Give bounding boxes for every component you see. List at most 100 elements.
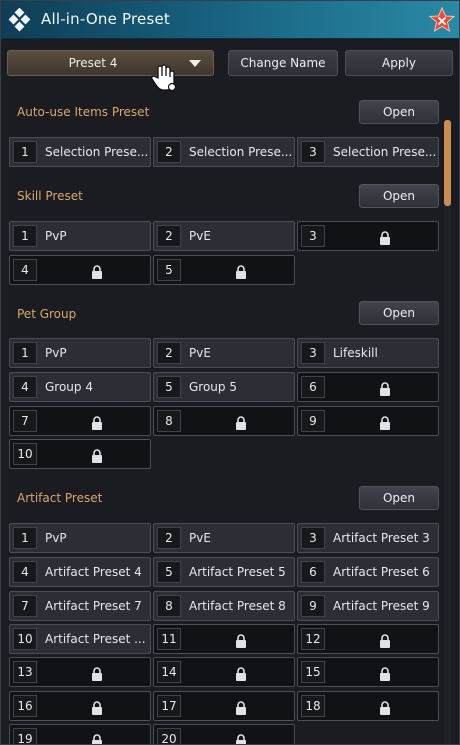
slot-label: Selection Prese... bbox=[189, 145, 293, 159]
window-title: All-in-One Preset bbox=[41, 10, 170, 28]
slot-number: 2 bbox=[157, 527, 181, 549]
artifact-slot-16[interactable]: 16 bbox=[9, 691, 151, 721]
artifact-slot-12[interactable]: 12 bbox=[297, 624, 439, 654]
slot-label: Artifact Preset 7 bbox=[45, 599, 142, 613]
change-name-button[interactable]: Change Name bbox=[228, 50, 338, 76]
pet-slot-10[interactable]: 10 bbox=[9, 439, 151, 469]
slot-label: PvE bbox=[189, 229, 211, 243]
pet-slot-7[interactable]: 7 bbox=[9, 406, 151, 436]
pet-group-section-title: Pet Group bbox=[17, 307, 77, 321]
pet-slot-6[interactable]: 6 bbox=[297, 372, 439, 402]
artifact-slot-8[interactable]: 8 Artifact Preset 8 bbox=[153, 591, 295, 621]
artifact-slot-3[interactable]: 3 Artifact Preset 3 bbox=[297, 523, 439, 553]
slot-number: 4 bbox=[13, 259, 37, 281]
artifact-slot-9[interactable]: 9 Artifact Preset 9 bbox=[297, 591, 439, 621]
scrollbar[interactable] bbox=[444, 120, 451, 744]
slot-number: 5 bbox=[157, 561, 181, 583]
slot-label: Artifact Preset 9 bbox=[333, 599, 430, 613]
slot-label: PvE bbox=[189, 531, 211, 545]
lock-icon bbox=[379, 666, 391, 681]
artifact-open-button[interactable]: Open bbox=[359, 486, 439, 510]
auto-use-slot-3[interactable]: 3 Selection Prese... bbox=[297, 137, 439, 167]
slot-label: PvP bbox=[45, 531, 67, 545]
slot-number: 7 bbox=[13, 595, 37, 617]
slot-number: 1 bbox=[13, 225, 37, 247]
auto-use-slot-2[interactable]: 2 Selection Prese... bbox=[153, 137, 295, 167]
lock-icon bbox=[379, 633, 391, 648]
slot-number: 1 bbox=[13, 342, 37, 364]
lock-icon bbox=[235, 700, 247, 715]
slot-number: 2 bbox=[157, 342, 181, 364]
artifact-slot-18[interactable]: 18 bbox=[297, 691, 439, 721]
artifact-slot-2[interactable]: 2 PvE bbox=[153, 523, 295, 553]
pet-slot-3[interactable]: 3 Lifeskill bbox=[297, 338, 439, 368]
slot-number: 3 bbox=[301, 225, 325, 247]
skill-slot-4[interactable]: 4 bbox=[9, 255, 151, 285]
skill-slot-1[interactable]: 1 PvP bbox=[9, 221, 151, 251]
pet-slot-2[interactable]: 2 PvE bbox=[153, 338, 295, 368]
slot-label: Lifeskill bbox=[333, 346, 378, 360]
pet-slot-9[interactable]: 9 bbox=[297, 406, 439, 436]
artifact-slot-20[interactable]: 20 bbox=[153, 724, 295, 744]
auto-use-open-button[interactable]: Open bbox=[359, 100, 439, 124]
artifact-slot-6[interactable]: 6 Artifact Preset 6 bbox=[297, 557, 439, 587]
apply-button[interactable]: Apply bbox=[345, 50, 453, 76]
artifact-slot-4[interactable]: 4 Artifact Preset 4 bbox=[9, 557, 151, 587]
artifact-slot-7[interactable]: 7 Artifact Preset 7 bbox=[9, 591, 151, 621]
slot-number: 5 bbox=[157, 376, 181, 398]
artifact-slot-11[interactable]: 11 bbox=[153, 624, 295, 654]
lock-icon bbox=[235, 264, 247, 279]
lock-icon bbox=[91, 448, 103, 463]
artifact-slot-19[interactable]: 19 bbox=[9, 724, 151, 744]
artifact-slot-14[interactable]: 14 bbox=[153, 657, 295, 687]
skill-slot-5[interactable]: 5 bbox=[153, 255, 295, 285]
pet-slot-5[interactable]: 5 Group 5 bbox=[153, 372, 295, 402]
slot-label: Selection Prese... bbox=[333, 145, 437, 159]
slot-number: 6 bbox=[301, 561, 325, 583]
slot-number: 3 bbox=[301, 527, 325, 549]
slot-label: Group 4 bbox=[45, 380, 93, 394]
slot-number: 8 bbox=[157, 595, 181, 617]
slot-number: 14 bbox=[157, 661, 181, 683]
slot-number: 1 bbox=[13, 141, 37, 163]
artifact-slot-10[interactable]: 10 Artifact Preset ... bbox=[9, 624, 151, 654]
skill-open-button[interactable]: Open bbox=[359, 184, 439, 208]
slot-number: 2 bbox=[157, 141, 181, 163]
pet-slot-8[interactable]: 8 bbox=[153, 406, 295, 436]
artifact-slot-17[interactable]: 17 bbox=[153, 691, 295, 721]
slot-label: Artifact Preset 4 bbox=[45, 565, 142, 579]
slot-label: Artifact Preset 5 bbox=[189, 565, 286, 579]
slot-number: 3 bbox=[301, 141, 325, 163]
skill-slot-2[interactable]: 2 PvE bbox=[153, 221, 295, 251]
artifact-slot-1[interactable]: 1 PvP bbox=[9, 523, 151, 553]
pet-open-button[interactable]: Open bbox=[359, 301, 439, 325]
scrollbar-thumb[interactable] bbox=[444, 120, 451, 206]
slot-number: 9 bbox=[301, 410, 325, 432]
slot-label: PvP bbox=[45, 229, 67, 243]
lock-icon bbox=[379, 230, 391, 245]
artifact-slot-13[interactable]: 13 bbox=[9, 657, 151, 687]
preset-dropdown[interactable]: Preset 4 bbox=[7, 50, 214, 76]
slot-number: 20 bbox=[157, 728, 181, 744]
slot-number: 10 bbox=[13, 443, 37, 465]
slot-number: 2 bbox=[157, 225, 181, 247]
lock-icon bbox=[91, 264, 103, 279]
auto-use-slot-1[interactable]: 1 Selection Prese... bbox=[9, 137, 151, 167]
artifact-slot-5[interactable]: 5 Artifact Preset 5 bbox=[153, 557, 295, 587]
slot-number: 4 bbox=[13, 561, 37, 583]
slot-label: PvP bbox=[45, 346, 67, 360]
slot-label: Artifact Preset 3 bbox=[333, 531, 430, 545]
slot-label: Selection Prese... bbox=[45, 145, 149, 159]
pet-slot-4[interactable]: 4 Group 4 bbox=[9, 372, 151, 402]
skill-preset-section-title: Skill Preset bbox=[17, 189, 83, 203]
star-close-icon[interactable] bbox=[429, 7, 455, 33]
artifact-slot-15[interactable]: 15 bbox=[297, 657, 439, 687]
slot-number: 16 bbox=[13, 695, 37, 717]
all-in-one-preset-window: All-in-One Preset Preset 4 Change Name A… bbox=[0, 0, 460, 745]
skill-slot-3[interactable]: 3 bbox=[297, 221, 439, 251]
slot-number: 19 bbox=[13, 728, 37, 744]
slot-number: 5 bbox=[157, 259, 181, 281]
pet-slot-1[interactable]: 1 PvP bbox=[9, 338, 151, 368]
slot-number: 18 bbox=[301, 695, 325, 717]
slot-number: 17 bbox=[157, 695, 181, 717]
